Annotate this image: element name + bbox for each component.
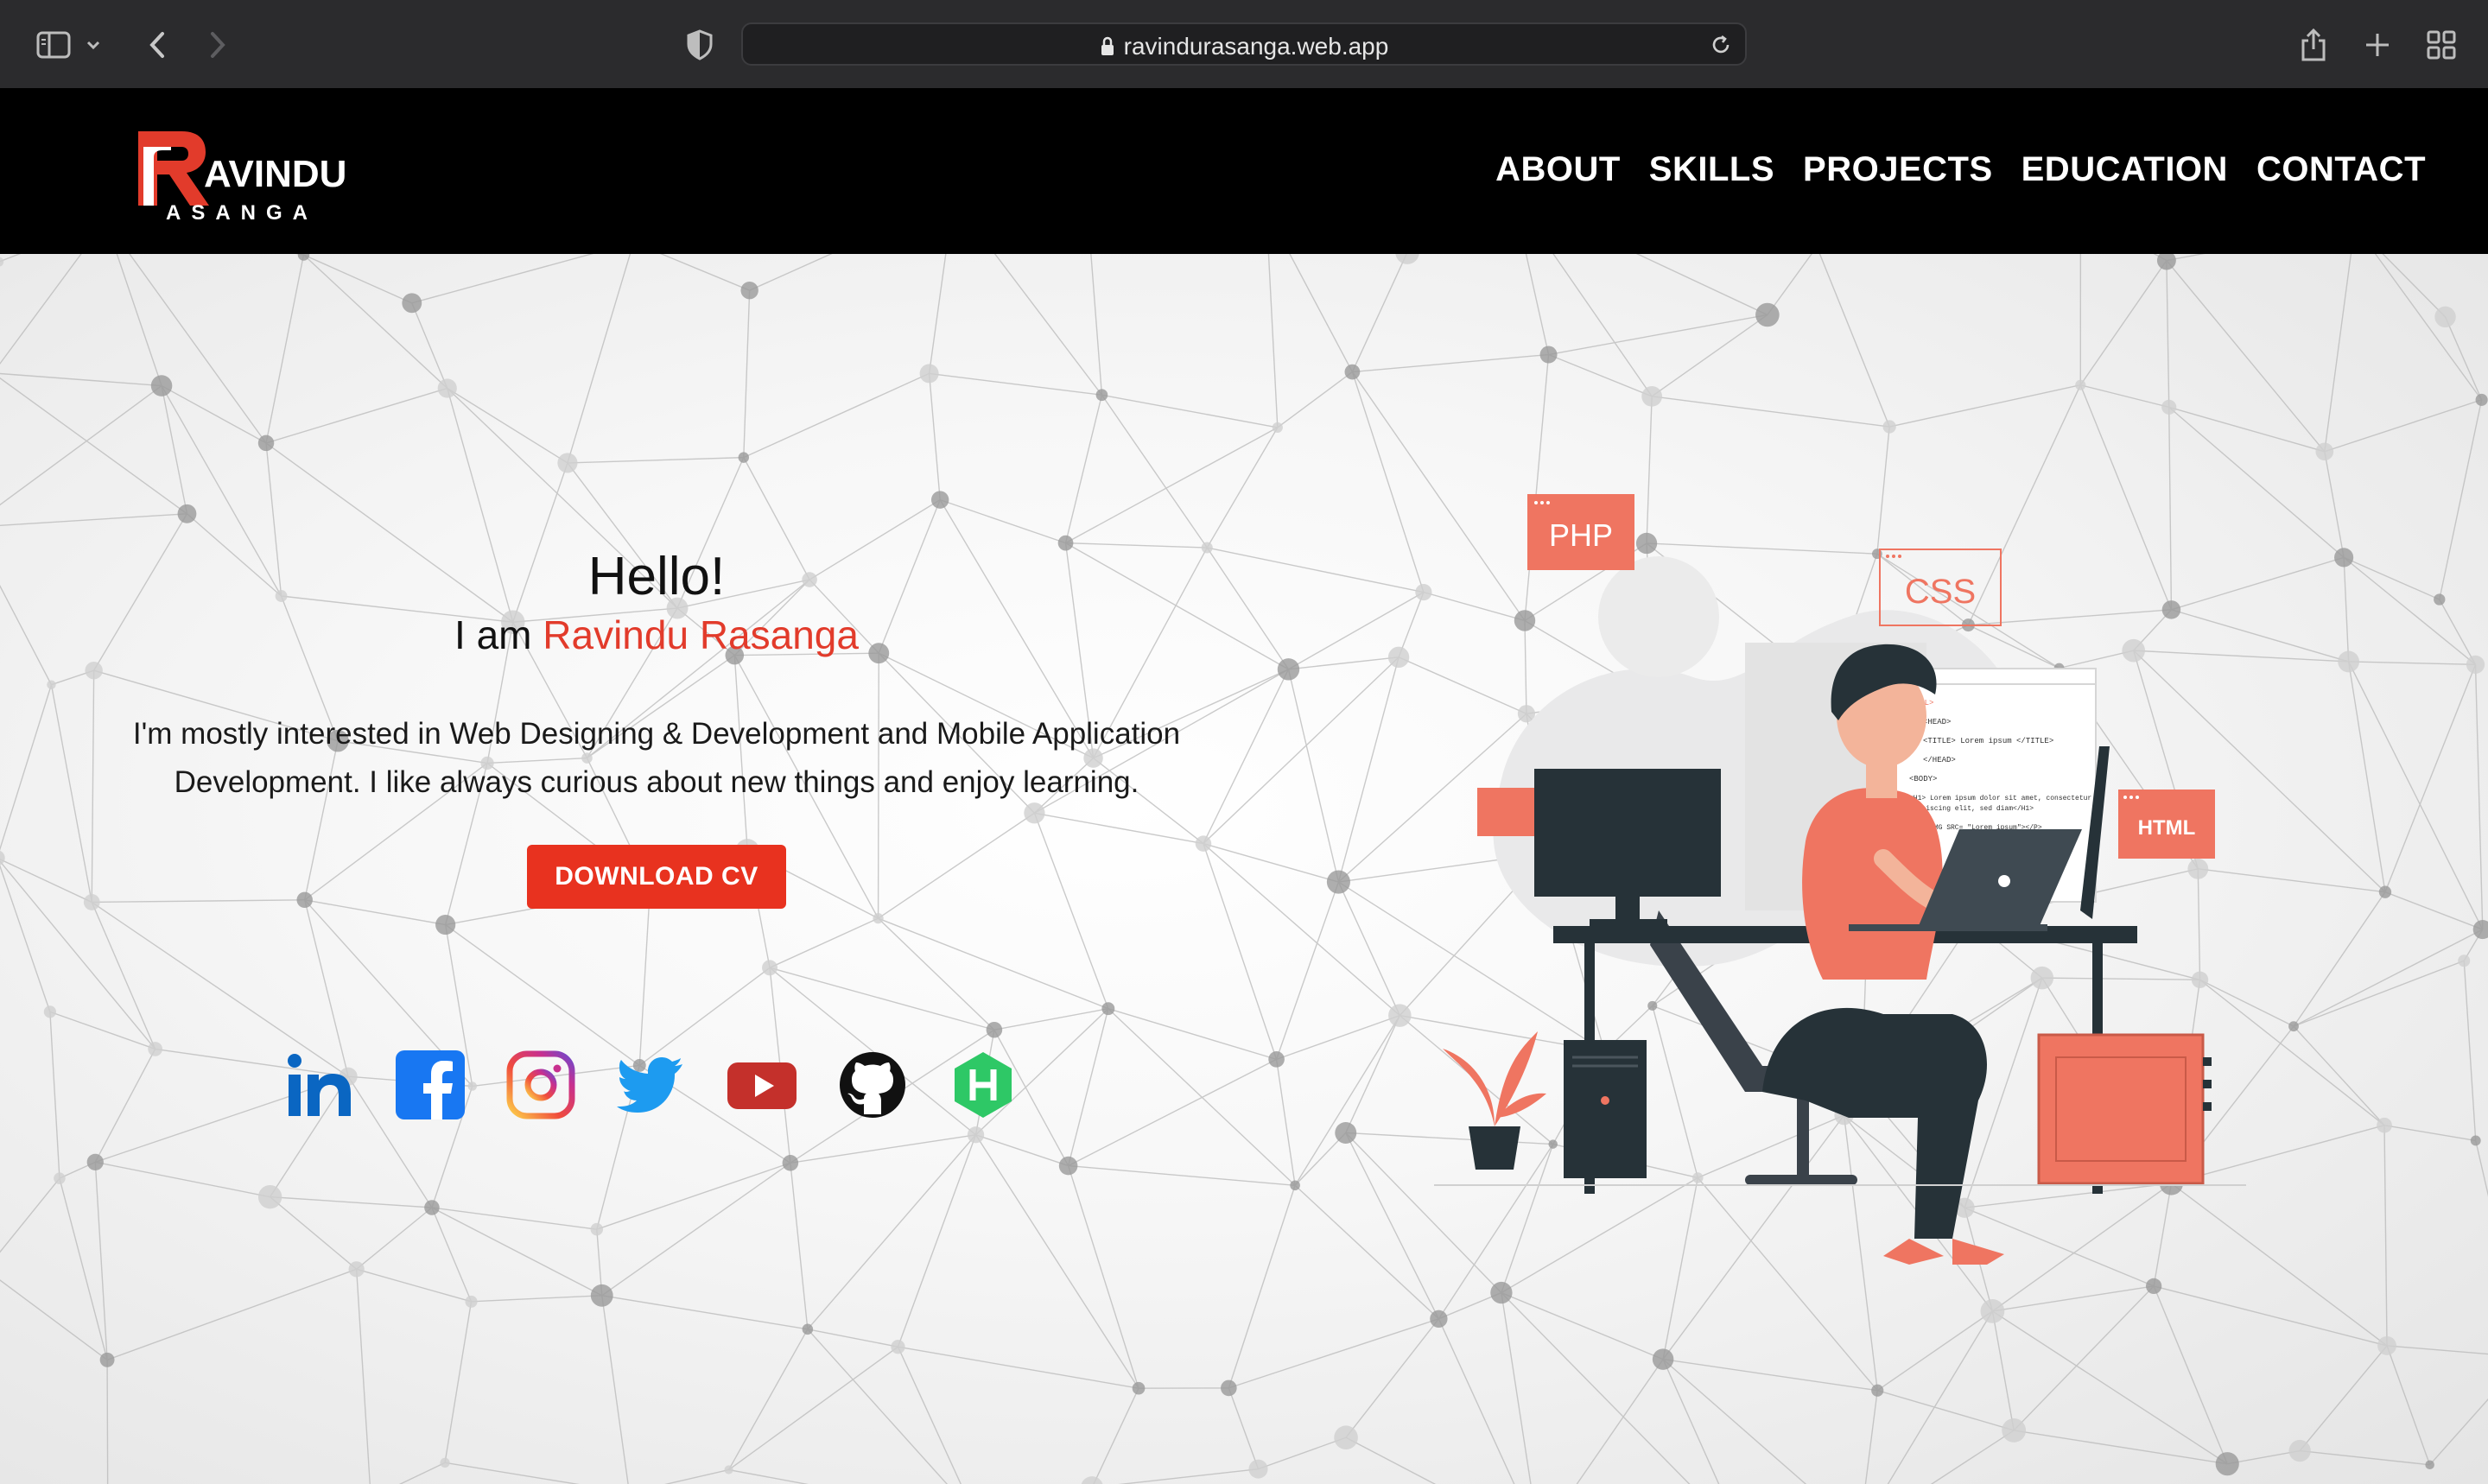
iam-prefix: I am	[454, 612, 543, 658]
new-tab-icon[interactable]	[2353, 21, 2402, 69]
back-icon[interactable]	[133, 21, 181, 69]
forward-icon[interactable]	[194, 21, 242, 69]
reload-icon[interactable]	[1709, 33, 1733, 61]
logo-line1: AVINDU	[204, 153, 346, 195]
nav-skills[interactable]: SKILLS	[1649, 150, 1774, 189]
sidebar-toggle-icon[interactable]	[29, 21, 78, 69]
lock-icon	[1101, 36, 1114, 55]
nav-contact[interactable]: CONTACT	[2256, 150, 2426, 189]
hero-greeting: Hello!	[587, 547, 726, 606]
hero-section: Hello! I am Ravindu Rasanga I'm mostly i…	[0, 254, 2488, 1484]
php-tag: PHP	[1527, 494, 1634, 570]
instagram-icon[interactable]	[506, 1050, 575, 1119]
url-text: ravindurasanga.web.app	[1123, 33, 1389, 60]
css-tag-label: CSS	[1905, 573, 1976, 611]
logo-line2: ASANGA	[166, 201, 318, 225]
nav-about[interactable]: ABOUT	[1495, 150, 1621, 189]
site-logo[interactable]: AVINDU ASANGA	[136, 123, 361, 226]
html-tag-label: HTML	[2138, 816, 2196, 840]
svg-text:</HEAD>: </HEAD>	[1923, 756, 1956, 764]
hero-iam: I am Ravindu Rasanga	[86, 612, 1227, 658]
svg-text:<HEAD>: <HEAD>	[1923, 718, 1951, 726]
php-tag-label: PHP	[1549, 517, 1613, 553]
developer-illustration: PHP CSS <HTML> <HEAD> <TITLE> Lorem ipsu…	[1434, 494, 2246, 1265]
social-links	[285, 1050, 1018, 1119]
hero-intro-text: I'm mostly interested in Web Designing &…	[132, 717, 1181, 800]
chevron-down-icon[interactable]	[76, 21, 111, 69]
monitor	[1534, 769, 1721, 897]
nav-projects[interactable]: PROJECTS	[1803, 150, 1993, 189]
privacy-shield-icon[interactable]	[676, 21, 724, 69]
hackerrank-icon[interactable]	[949, 1050, 1018, 1119]
address-bar[interactable]: ravindurasanga.web.app	[741, 22, 1747, 66]
facebook-icon[interactable]	[396, 1050, 465, 1119]
svg-text:<H1> Lorem ipsum dolor sit ame: <H1> Lorem ipsum dolor sit amet, consect…	[1909, 795, 2091, 802]
download-cv-button[interactable]: DOWNLOAD CV	[527, 845, 786, 910]
svg-text:<TITLE> Lorem ipsum </TITLE>: <TITLE> Lorem ipsum </TITLE>	[1923, 737, 2053, 745]
twitter-icon[interactable]	[617, 1050, 686, 1119]
background-circle	[1598, 556, 1719, 677]
html-tag: HTML	[2118, 790, 2215, 859]
tab-overview-icon[interactable]	[2417, 21, 2466, 69]
linkedin-icon[interactable]	[285, 1050, 354, 1119]
github-icon[interactable]	[838, 1050, 907, 1119]
share-icon[interactable]	[2289, 21, 2338, 69]
hero-name: Ravindu Rasanga	[543, 612, 859, 658]
youtube-icon[interactable]	[727, 1050, 797, 1119]
nav-education[interactable]: EDUCATION	[2022, 150, 2228, 189]
site-header: AVINDU ASANGA ABOUT SKILLS PROJECTS EDUC…	[0, 88, 2488, 254]
main-nav: ABOUT SKILLS PROJECTS EDUCATION CONTACT	[1495, 150, 2426, 189]
hero-intro: Hello! I am Ravindu Rasanga I'm mostly i…	[86, 547, 1227, 910]
svg-text:<BODY>: <BODY>	[1909, 775, 1937, 783]
plant	[1443, 1031, 1546, 1170]
browser-toolbar: ravindurasanga.web.app	[0, 0, 2488, 88]
cpu-tower	[1564, 1040, 1647, 1178]
